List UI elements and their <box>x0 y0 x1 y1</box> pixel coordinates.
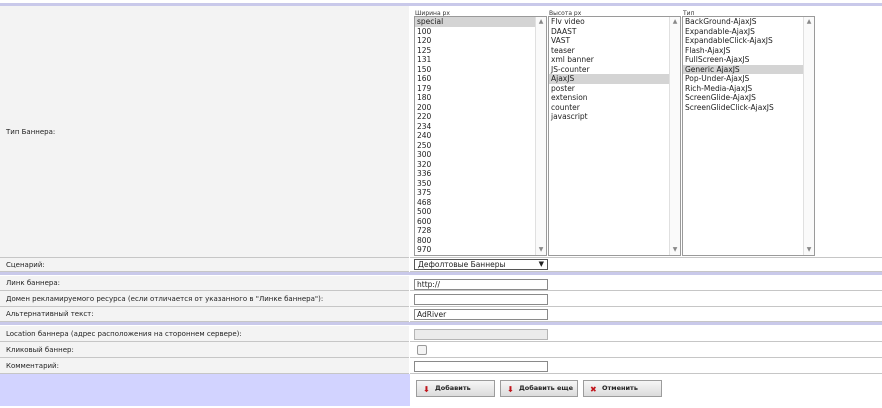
add-more-button[interactable]: ⬇ Добавить еще <box>500 380 578 397</box>
list-option[interactable]: Generic AjaxJS <box>683 64 814 74</box>
alt-text-input[interactable]: AdRiver <box>414 309 548 320</box>
list-option[interactable]: Expandable-AjaxJS <box>683 27 814 37</box>
scroll-down-arrow-icon[interactable]: ▼ <box>536 246 546 254</box>
width-listbox[interactable]: special 100 120 125 131 150 160 179 180 200 220 234… <box>414 16 547 256</box>
list-option[interactable]: extension <box>549 93 680 103</box>
list-option[interactable]: ExpandableClick-AjaxJS <box>683 36 814 46</box>
domain-label-cell: Домен рекламируемого ресурса (если отлич… <box>0 291 409 307</box>
scenario-select[interactable]: Дефолтовые Баннеры ▼ <box>414 259 548 270</box>
close-x-icon: ✖ <box>590 385 597 394</box>
list-option[interactable]: Pop-Under-AjaxJS <box>683 74 814 84</box>
clickable-label-cell: Кликовый баннер: <box>0 342 409 358</box>
list-option[interactable]: 375 <box>415 188 546 198</box>
banner-type-label: Тип Баннера: <box>6 127 56 136</box>
scroll-up-arrow-icon[interactable]: ▲ <box>804 18 814 26</box>
list-option[interactable]: ScreenGlideClick-AjaxJS <box>683 103 814 113</box>
scroll-up-arrow-icon[interactable]: ▲ <box>670 18 680 26</box>
width-list-scrollbar[interactable]: ▲ ▼ <box>535 17 546 255</box>
scroll-up-arrow-icon[interactable]: ▲ <box>536 18 546 26</box>
dropdown-caret-icon: ▼ <box>538 260 544 268</box>
list-option[interactable]: javascript <box>549 112 680 122</box>
list-option[interactable]: JS-counter <box>549 65 680 75</box>
comment-label-cell: Комментарий: <box>0 358 409 374</box>
list-option[interactable]: 125 <box>415 46 546 56</box>
location-input[interactable] <box>414 329 548 340</box>
alt-text-label: Альтернативный текст: <box>6 310 94 318</box>
clickable-label: Кликовый баннер: <box>6 345 74 354</box>
domain-input[interactable] <box>414 294 548 305</box>
scenario-label-cell: Сценарий: <box>0 258 409 272</box>
domain-label: Домен рекламируемого ресурса (если отлич… <box>6 294 324 303</box>
list-option[interactable]: 100 <box>415 27 546 37</box>
list-option[interactable]: 336 <box>415 169 546 179</box>
download-arrow-icon: ⬇ <box>507 385 514 394</box>
banner-link-input[interactable]: http:// <box>414 279 548 290</box>
list-option[interactable]: teaser <box>549 46 680 56</box>
list-option[interactable]: Rich-Media-AjaxJS <box>683 84 814 94</box>
list-option[interactable]: 179 <box>415 84 546 94</box>
list-option[interactable]: 600 <box>415 217 546 227</box>
banner-type-label-cell: Тип Баннера: <box>0 6 409 258</box>
list-option[interactable]: 468 <box>415 198 546 208</box>
divider <box>0 322 882 325</box>
list-option[interactable]: 180 <box>415 93 546 103</box>
height-listbox[interactable]: Flv video DAAST VAST teaser xml banner JS-cou… <box>548 16 681 256</box>
list-option[interactable]: Flash-AjaxJS <box>683 46 814 56</box>
link-label: Линк баннера: <box>6 279 61 287</box>
list-option[interactable]: ScreenGlide-AjaxJS <box>683 93 814 103</box>
list-option[interactable]: 250 <box>415 141 546 151</box>
list-option[interactable]: FullScreen-AjaxJS <box>683 55 814 65</box>
button-bar: ⬇ Добавить ⬇ Добавить еще ✖ Отменить <box>0 374 882 406</box>
alt-text-label-cell: Альтернативный текст: <box>0 307 409 322</box>
list-option[interactable]: AjaxJS <box>549 74 680 84</box>
cancel-button-label: Отменить <box>602 384 638 392</box>
add-button[interactable]: ⬇ Добавить <box>416 380 495 397</box>
download-arrow-icon: ⬇ <box>423 385 430 394</box>
comment-label: Комментарий: <box>6 361 59 370</box>
list-option[interactable]: 800 <box>415 236 546 246</box>
type-list-scrollbar[interactable]: ▲ ▼ <box>803 17 814 255</box>
list-option[interactable]: 300 <box>415 150 546 160</box>
list-option[interactable]: 500 <box>415 207 546 217</box>
location-label: Location баннера (адрес расположения на … <box>6 329 242 338</box>
list-option[interactable]: xml banner <box>549 55 680 65</box>
scroll-down-arrow-icon[interactable]: ▼ <box>670 246 680 254</box>
location-label-cell: Location баннера (адрес расположения на … <box>0 326 409 342</box>
list-option[interactable]: counter <box>549 103 680 113</box>
list-option[interactable]: 131 <box>415 55 546 65</box>
list-option[interactable]: 120 <box>415 36 546 46</box>
list-option[interactable]: poster <box>549 84 680 94</box>
list-option[interactable]: 240 <box>415 131 546 141</box>
list-option[interactable]: 728 <box>415 226 546 236</box>
list-option[interactable]: 320 <box>415 160 546 170</box>
list-option[interactable]: 200 <box>415 103 546 113</box>
list-option[interactable]: 220 <box>415 112 546 122</box>
comment-input[interactable] <box>414 361 548 372</box>
scenario-label: Сценарий: <box>6 260 45 269</box>
list-option[interactable]: Flv video <box>549 17 680 27</box>
scroll-down-arrow-icon[interactable]: ▼ <box>804 246 814 254</box>
list-option[interactable]: 970 <box>415 245 546 255</box>
list-option[interactable]: 160 <box>415 74 546 84</box>
link-label-cell: Линк баннера: <box>0 276 409 291</box>
list-option[interactable]: special <box>415 17 546 27</box>
list-option[interactable]: 150 <box>415 65 546 75</box>
list-option[interactable]: DAAST <box>549 27 680 37</box>
add-button-label: Добавить <box>435 384 471 392</box>
list-option[interactable]: 350 <box>415 179 546 189</box>
list-option[interactable]: VAST <box>549 36 680 46</box>
add-more-button-label: Добавить еще <box>519 384 573 392</box>
list-option[interactable]: BackGround-AjaxJS <box>683 17 814 27</box>
divider <box>0 272 882 275</box>
clickable-checkbox[interactable] <box>417 345 427 355</box>
list-option[interactable]: 234 <box>415 122 546 132</box>
height-list-scrollbar[interactable]: ▲ ▼ <box>669 17 680 255</box>
scenario-value: Дефолтовые Баннеры <box>418 260 506 269</box>
type-listbox[interactable]: BackGround-AjaxJS Expandable-AjaxJS Expand… <box>682 16 815 256</box>
cancel-button[interactable]: ✖ Отменить <box>583 380 662 397</box>
clickable-field-cell <box>410 342 882 358</box>
